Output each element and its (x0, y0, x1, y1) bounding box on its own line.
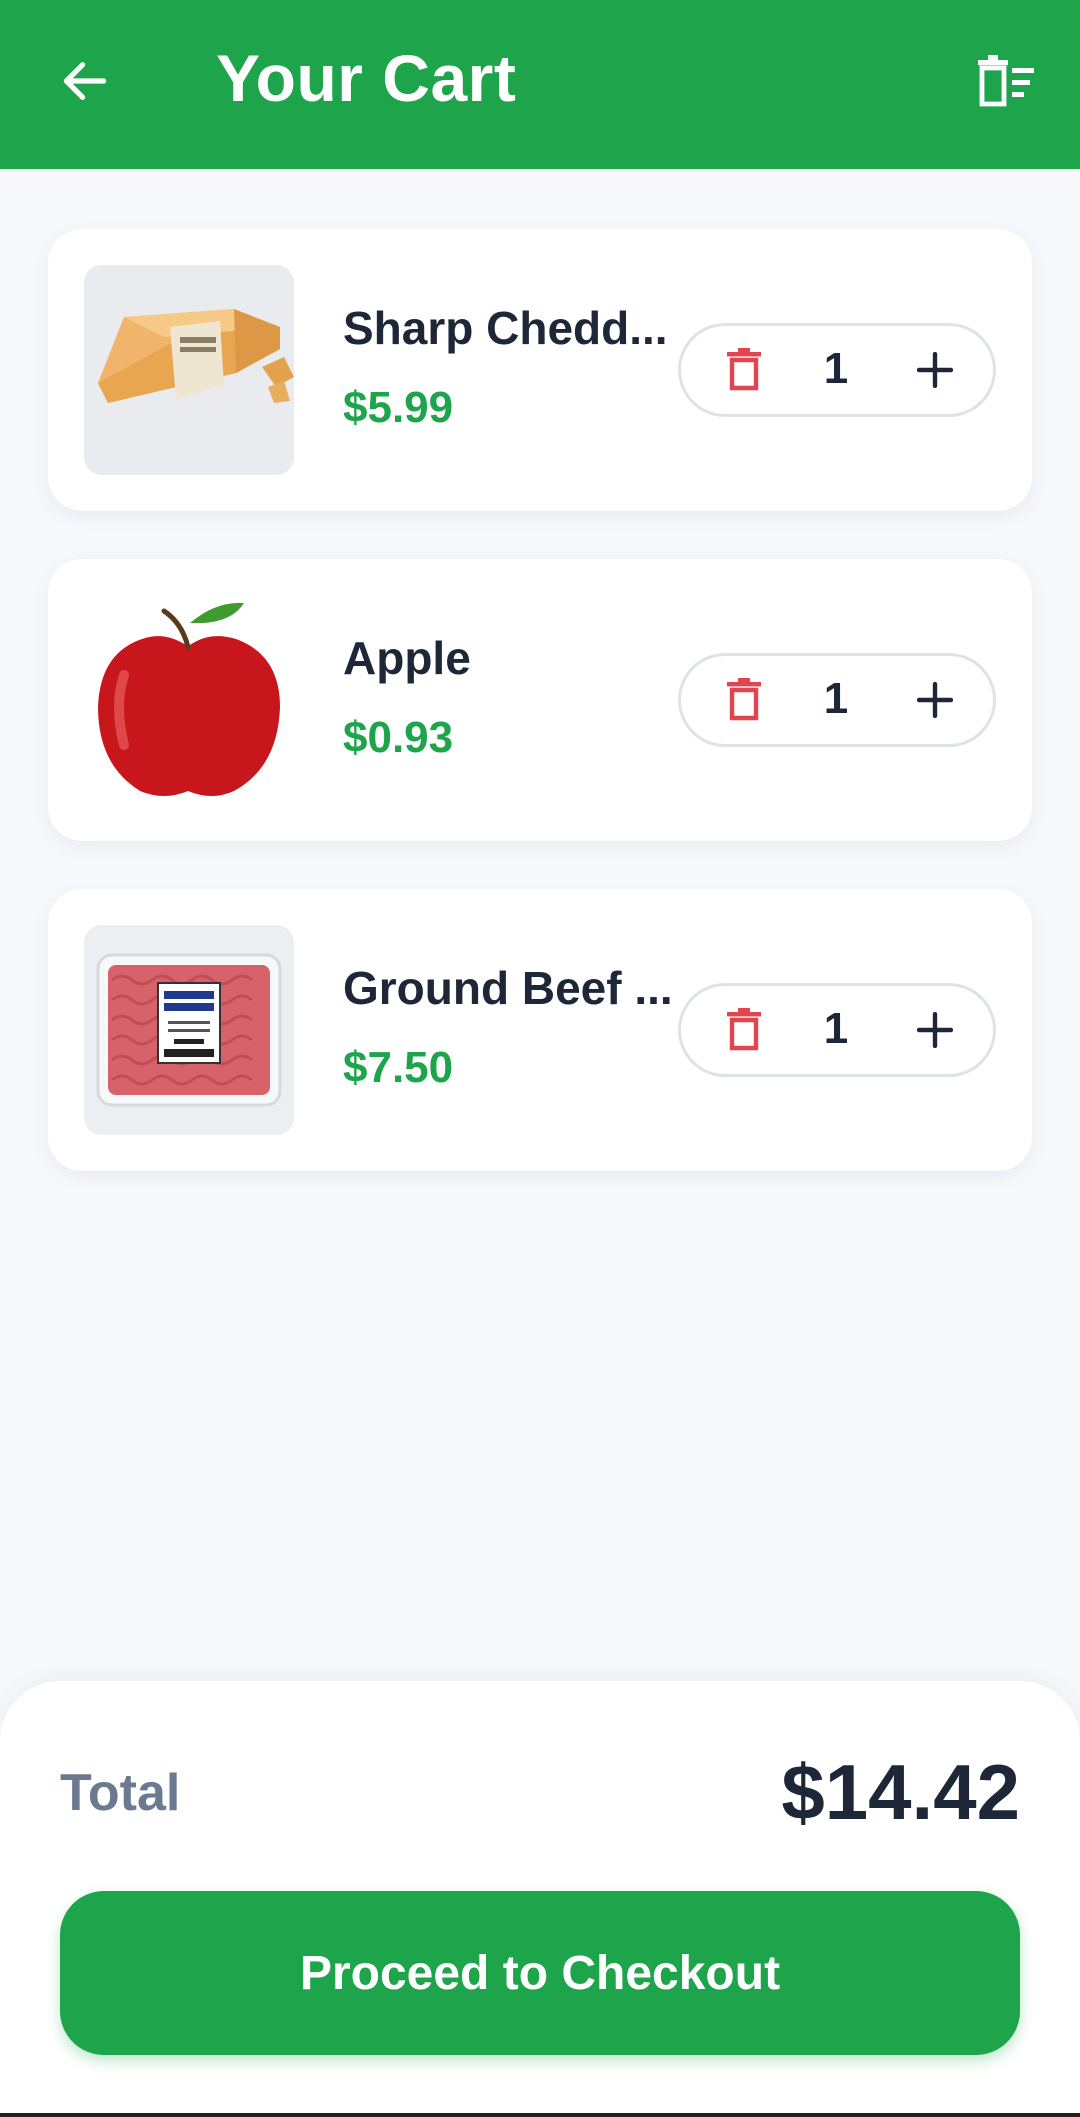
plus-icon (916, 681, 954, 723)
remove-item-button[interactable] (719, 1006, 769, 1056)
arrow-left-icon (57, 53, 113, 114)
item-price: $7.50 (343, 1043, 454, 1092)
item-name: Apple (343, 632, 471, 684)
remove-item-button[interactable] (719, 346, 769, 396)
cart-item: Sharp Chedd... $5.99 1 (48, 229, 1032, 511)
divider (0, 2113, 1080, 2117)
plus-icon (916, 1011, 954, 1053)
apple-image (84, 595, 294, 805)
total-value: $14.42 (781, 1748, 1020, 1836)
clear-cart-icon (974, 54, 1038, 115)
checkout-panel: Total $14.42 Proceed to Checkout (0, 1681, 1080, 2117)
total-label: Total (60, 1764, 181, 1822)
page-title: Your Cart (216, 41, 517, 115)
quantity-stepper: 1 (678, 323, 996, 417)
ground-beef-image (84, 925, 294, 1135)
sharp-cheddar-image (84, 265, 294, 475)
app-bar: Your Cart (0, 0, 1080, 169)
quantity-stepper: 1 (678, 983, 996, 1077)
trash-icon (726, 1007, 762, 1056)
quantity-value: 1 (823, 1004, 849, 1053)
remove-item-button[interactable] (719, 676, 769, 726)
item-name: Sharp Chedd... (343, 302, 668, 354)
back-button[interactable] (50, 48, 120, 118)
cart-item: Ground Beef ... $7.50 1 (48, 889, 1032, 1171)
item-price: $5.99 (343, 383, 454, 432)
trash-icon (726, 677, 762, 726)
increase-quantity-button[interactable] (907, 674, 963, 730)
quantity-stepper: 1 (678, 653, 996, 747)
cart-screen: Your Cart Sharp Chedd... $5.99 1 Apple $… (0, 0, 1080, 2117)
item-price: $0.93 (343, 713, 454, 762)
plus-icon (916, 351, 954, 393)
quantity-value: 1 (823, 674, 849, 723)
increase-quantity-button[interactable] (907, 344, 963, 400)
quantity-value: 1 (823, 344, 849, 393)
clear-cart-button[interactable] (970, 52, 1042, 116)
trash-icon (726, 347, 762, 396)
cart-item: Apple $0.93 1 (48, 559, 1032, 841)
increase-quantity-button[interactable] (907, 1004, 963, 1060)
checkout-button[interactable]: Proceed to Checkout (60, 1891, 1020, 2055)
item-name: Ground Beef ... (343, 962, 673, 1014)
